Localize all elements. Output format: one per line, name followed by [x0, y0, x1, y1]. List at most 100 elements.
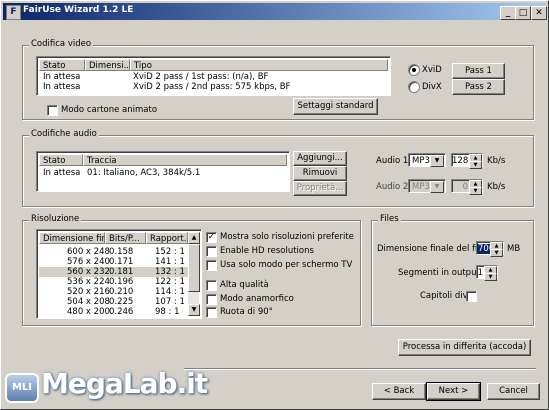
- spin-down-icon[interactable]: ▼: [469, 187, 482, 195]
- resolution-list[interactable]: Dimensione final... Bits/P... Rapport...…: [36, 229, 202, 319]
- audio-col-stato[interactable]: Stato: [39, 154, 83, 166]
- video-row-1-stato[interactable]: In attesa: [43, 72, 80, 82]
- res-row-3-ratio[interactable]: 132 : 1: [155, 267, 185, 277]
- cancel-button[interactable]: Cancel: [487, 383, 540, 400]
- res-row-6-bits[interactable]: 0.225: [109, 297, 133, 307]
- app-icon: F: [6, 5, 21, 20]
- res-col-rapporto[interactable]: Rapport...: [146, 232, 188, 244]
- res-col-dimensione[interactable]: Dimensione final...: [39, 232, 105, 244]
- res-row-7-bits[interactable]: 0.246: [109, 307, 133, 317]
- video-row-2-stato[interactable]: In attesa: [43, 82, 80, 92]
- video-row-1-tipo[interactable]: XviD 2 pass / 1st pass: (n/a), BF: [133, 72, 268, 82]
- xvid-radio[interactable]: [408, 64, 420, 76]
- title-bar[interactable]: F FairUse Wizard 1.2 LE _ □ ✕: [3, 3, 547, 20]
- res-col-bits[interactable]: Bits/P...: [105, 232, 146, 244]
- high-quality-checkbox[interactable]: [206, 280, 217, 291]
- resolution-group-label: Risoluzione: [29, 214, 82, 224]
- files-group-label: Files: [378, 214, 401, 224]
- file-size-unit: MB: [507, 244, 521, 254]
- chevron-down-icon[interactable]: ▼: [430, 181, 444, 193]
- segments-stepper[interactable]: 1 ▲ ▼: [476, 265, 498, 281]
- video-list[interactable]: Stato Dimensi... Tipo In attesa XviD 2 p…: [36, 56, 391, 96]
- audio-properties-button[interactable]: Proprietà...: [293, 181, 347, 196]
- tv-mode-label: Usa solo modo per schermo TV: [220, 260, 353, 270]
- chapters-checkbox[interactable]: [466, 291, 477, 302]
- res-row-1-ratio[interactable]: 152 : 1: [155, 247, 185, 257]
- next-button[interactable]: Next >: [426, 382, 481, 401]
- megalab-watermark: MLI MegaLab.it: [5, 363, 208, 405]
- preferred-resolutions-label: Mostra solo risoluzioni preferite: [220, 232, 354, 242]
- divx-radio[interactable]: [408, 81, 420, 93]
- high-quality-label: Alta qualità: [220, 280, 269, 290]
- main-window: F FairUse Wizard 1.2 LE _ □ ✕ Codifica v…: [0, 0, 549, 410]
- rotate-90-checkbox[interactable]: [206, 307, 217, 318]
- video-col-tipo[interactable]: Tipo: [130, 59, 388, 71]
- res-row-6-ratio[interactable]: 107 : 1: [155, 297, 185, 307]
- audio-row-1-stato[interactable]: In attesa: [43, 168, 80, 178]
- window-title: FairUse Wizard 1.2 LE: [23, 5, 134, 15]
- res-row-4-ratio[interactable]: 122 : 1: [155, 277, 185, 287]
- back-button[interactable]: < Back: [372, 383, 426, 400]
- divx-label: DivX: [422, 82, 442, 92]
- enable-hd-checkbox[interactable]: [206, 246, 217, 257]
- spin-down-icon[interactable]: ▼: [484, 273, 497, 281]
- pass1-button[interactable]: Pass 1: [452, 63, 505, 79]
- minimize-button[interactable]: _: [500, 6, 516, 20]
- video-col-stato[interactable]: Stato: [39, 59, 85, 71]
- audio1-label: Audio 1: [376, 156, 409, 166]
- res-row-4-bits[interactable]: 0.196: [109, 277, 133, 287]
- xvid-label: XviD: [422, 65, 442, 75]
- res-row-7-dim[interactable]: 480 x 200: [67, 307, 110, 317]
- res-row-1-bits[interactable]: 0.158: [109, 247, 133, 257]
- video-group-label: Codifica video: [29, 39, 94, 49]
- res-row-2-dim[interactable]: 576 x 240: [67, 257, 110, 267]
- cartoon-mode-checkbox[interactable]: [47, 105, 58, 116]
- pass2-button[interactable]: Pass 2: [452, 79, 505, 95]
- segments-label: Segmenti in output: [398, 268, 480, 278]
- audio1-format-select[interactable]: MP3 ▼: [408, 153, 446, 167]
- res-row-5-dim[interactable]: 520 x 216: [67, 287, 110, 297]
- chevron-down-icon[interactable]: ▼: [430, 155, 444, 167]
- megalab-logo-icon: MLI: [5, 373, 39, 403]
- scroll-thumb[interactable]: [188, 244, 200, 292]
- audio1-bitrate-stepper[interactable]: 128 ▲ ▼: [451, 153, 483, 169]
- audio-group-label: Codifiche audio: [29, 129, 99, 139]
- close-button[interactable]: ✕: [531, 6, 547, 20]
- add-audio-button[interactable]: Aggiungi...: [293, 151, 347, 166]
- audio2-label: Audio 2: [376, 182, 409, 192]
- res-row-6-dim[interactable]: 504 x 208: [67, 297, 110, 307]
- res-row-2-ratio[interactable]: 141 : 1: [155, 257, 185, 267]
- res-row-5-bits[interactable]: 0.210: [109, 287, 133, 297]
- res-row-2-bits[interactable]: 0.171: [109, 257, 133, 267]
- audio-list[interactable]: Stato Traccia In attesa 01: Italiano, AC…: [36, 151, 290, 192]
- audio2-unit: Kb/s: [487, 182, 506, 192]
- res-row-1-dim[interactable]: 600 x 248: [67, 247, 110, 257]
- res-row-3-bits[interactable]: 0.181: [109, 267, 133, 277]
- res-row-3-dim[interactable]: 560 x 232: [67, 267, 110, 277]
- deferred-process-button[interactable]: Processa in differita (accoda): [398, 339, 531, 356]
- rotate-90-label: Ruota di 90°: [220, 307, 273, 317]
- spin-down-icon[interactable]: ▼: [469, 161, 482, 169]
- remove-audio-button[interactable]: Rimuovi: [293, 166, 347, 181]
- scroll-up-icon[interactable]: ▲: [188, 232, 200, 244]
- video-col-dimensione[interactable]: Dimensi...: [85, 59, 130, 71]
- scroll-down-icon[interactable]: ▼: [188, 304, 200, 316]
- preferred-resolutions-checkbox[interactable]: ✓: [206, 232, 217, 243]
- audio2-bitrate-stepper[interactable]: 0 ▲ ▼: [451, 179, 483, 195]
- bottom-separator: [184, 368, 536, 370]
- res-row-4-dim[interactable]: 536 x 224: [67, 277, 110, 287]
- audio-row-1-traccia[interactable]: 01: Italiano, AC3, 384k/5.1: [87, 168, 200, 178]
- standard-settings-button[interactable]: Settaggi standard: [293, 98, 378, 115]
- tv-mode-checkbox[interactable]: [206, 260, 217, 271]
- spin-down-icon[interactable]: ▼: [490, 249, 503, 257]
- anamorphic-checkbox[interactable]: [206, 294, 217, 305]
- res-row-7-ratio[interactable]: 98 : 1: [155, 307, 180, 317]
- audio2-format-select[interactable]: MP3 ▼: [408, 179, 446, 193]
- audio-col-traccia[interactable]: Traccia: [83, 154, 287, 166]
- maximize-button[interactable]: □: [515, 6, 531, 20]
- file-size-stepper[interactable]: 700 ▲ ▼: [476, 241, 504, 257]
- video-row-2-tipo[interactable]: XviD 2 pass / 2nd pass: 575 kbps, BF: [133, 82, 290, 92]
- res-row-5-ratio[interactable]: 114 : 1: [155, 287, 185, 297]
- audio1-unit: Kb/s: [487, 156, 506, 166]
- file-size-label: Dimensione finale del file: [377, 244, 485, 254]
